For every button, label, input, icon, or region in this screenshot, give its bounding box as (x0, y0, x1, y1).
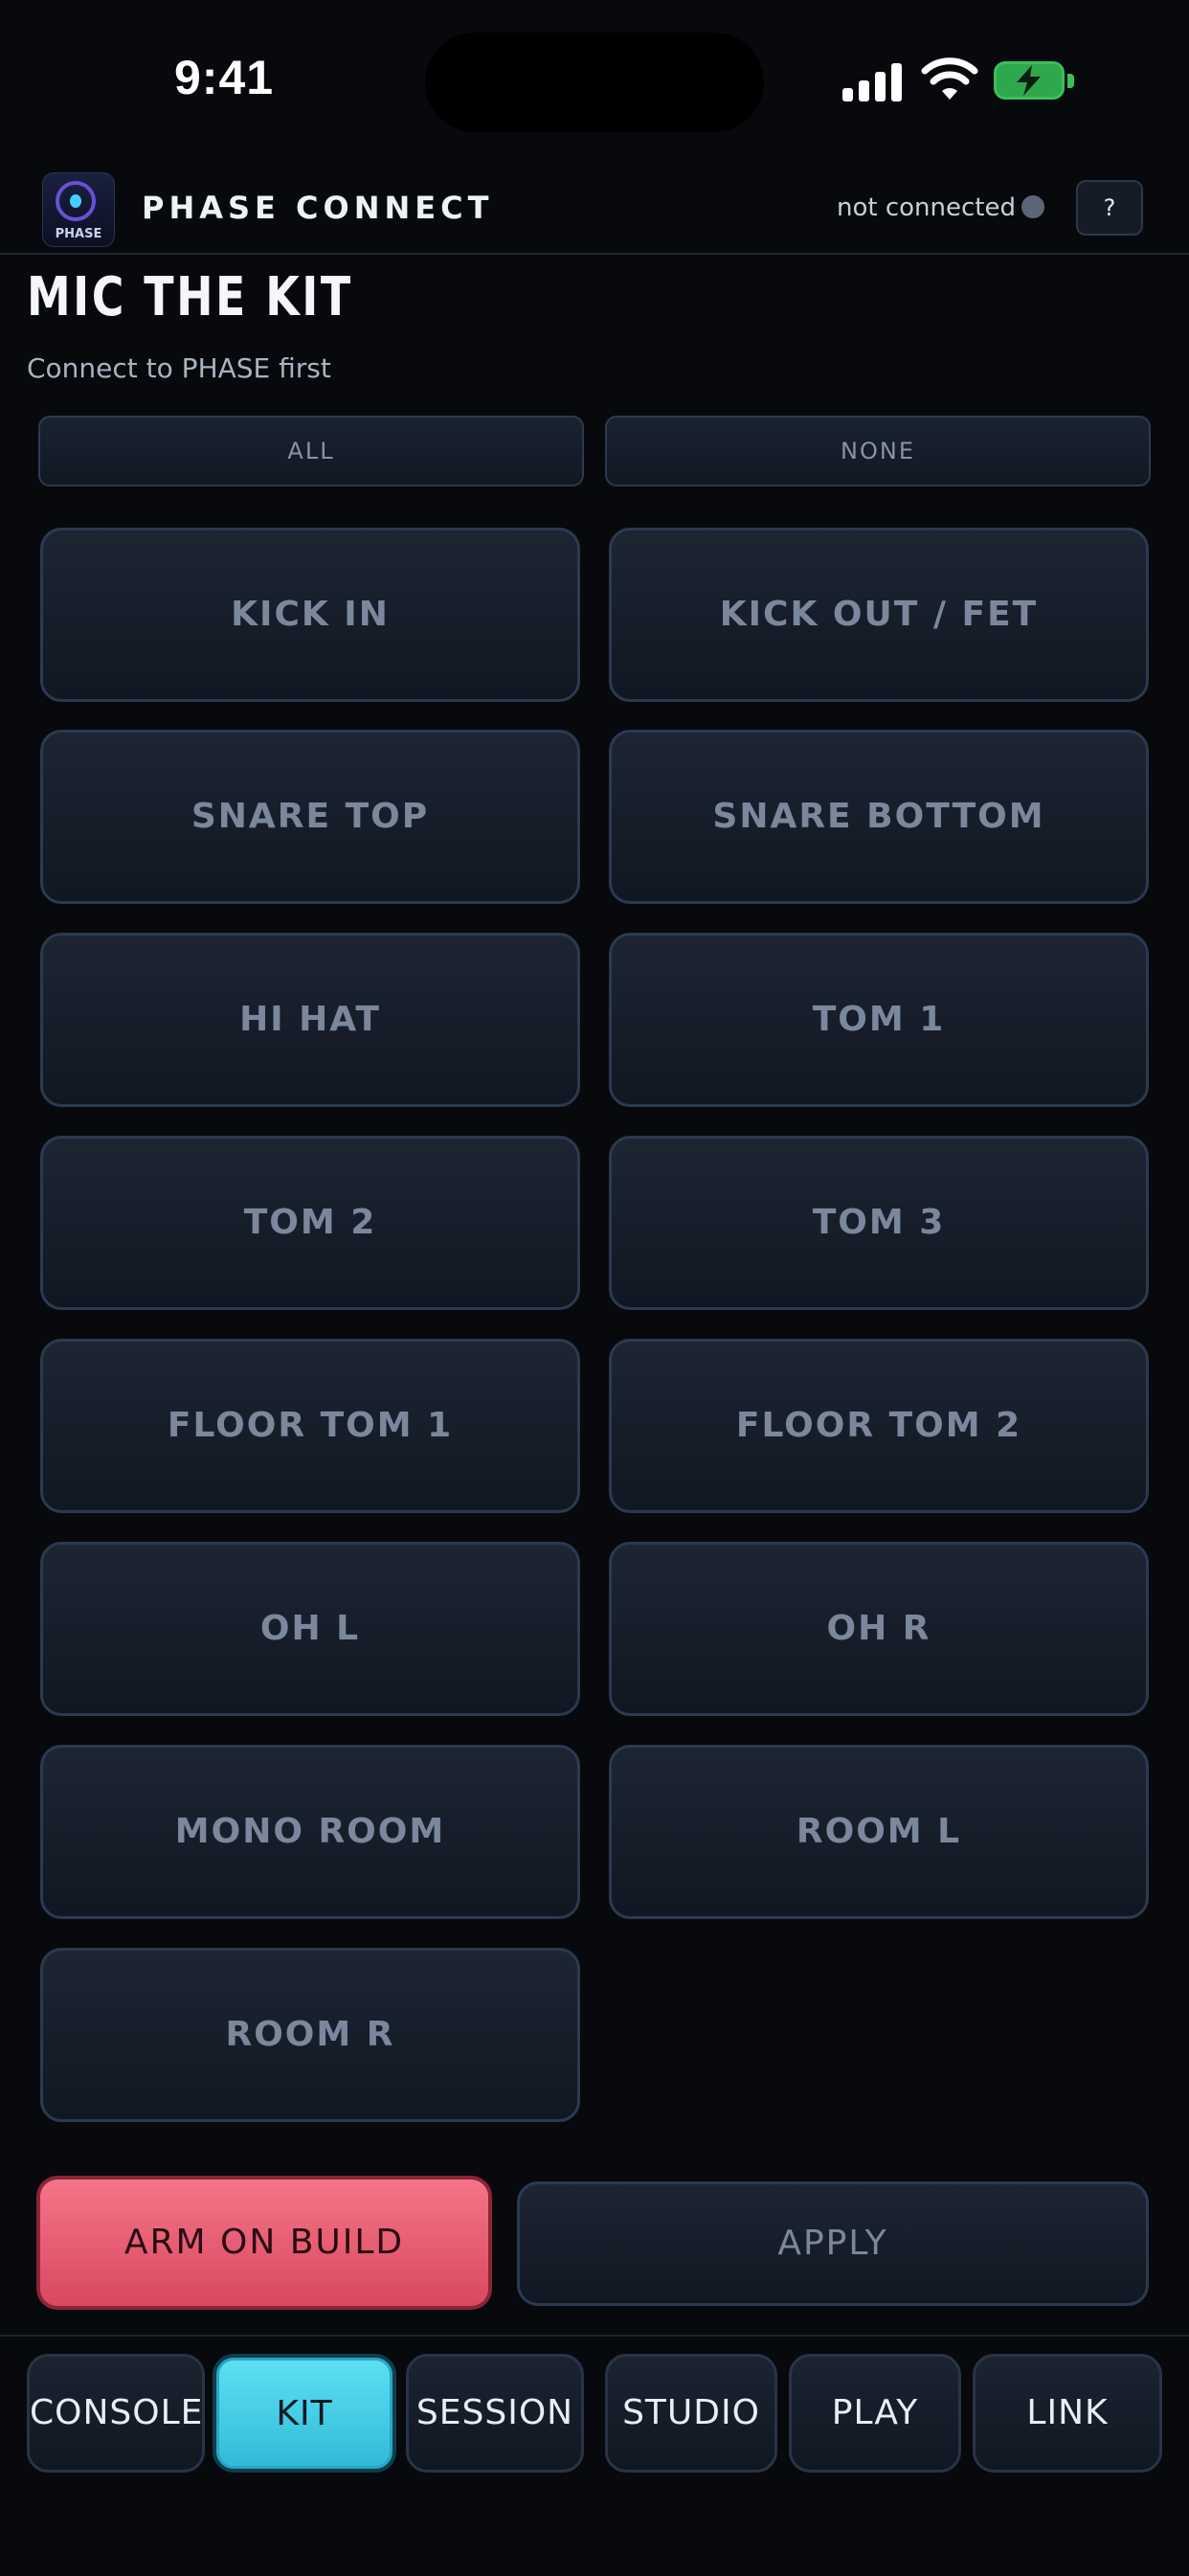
phase-logo: PHASE (42, 172, 115, 247)
connection-indicator-icon (1021, 195, 1044, 218)
page-subtitle: Connect to PHASE first (27, 352, 331, 384)
tab-session[interactable]: SESSION (406, 2354, 584, 2473)
mic-toggle-tom-3[interactable]: TOM 3 (609, 1136, 1149, 1310)
app-title: PHASE CONNECT (142, 190, 494, 226)
tab-console[interactable]: CONSOLE (27, 2354, 205, 2473)
mic-toggle-floor-tom-1[interactable]: FLOOR TOM 1 (40, 1339, 580, 1513)
mic-toggle-snare-bottom[interactable]: SNARE BOTTOM (609, 730, 1149, 904)
connection-status: not connected (837, 193, 1016, 222)
apply-button[interactable]: APPLY (517, 2181, 1149, 2306)
mic-toggle-room-l[interactable]: ROOM L (609, 1745, 1149, 1919)
select-all-button[interactable]: ALL (38, 416, 584, 486)
mic-toggle-tom-2[interactable]: TOM 2 (40, 1136, 580, 1310)
mic-toggle-room-r[interactable]: ROOM R (40, 1948, 580, 2122)
help-button[interactable]: ? (1076, 180, 1143, 236)
tab-link[interactable]: LINK (973, 2354, 1162, 2473)
cellular-signal-icon (842, 61, 902, 102)
mic-toggle-floor-tom-2[interactable]: FLOOR TOM 2 (609, 1339, 1149, 1513)
bottom-tab-bar: CONSOLE KIT SESSION STUDIO PLAY LINK (0, 2335, 1189, 2576)
mic-toggle-oh-r[interactable]: OH R (609, 1542, 1149, 1716)
logo-core-icon (70, 194, 81, 208)
tab-studio[interactable]: STUDIO (605, 2354, 777, 2473)
mic-toggle-hi-hat[interactable]: HI HAT (40, 933, 580, 1107)
page-title: MIC THE KIT (27, 266, 353, 328)
status-time: 9:41 (174, 51, 275, 104)
mic-toggle-snare-top[interactable]: SNARE TOP (40, 730, 580, 904)
dynamic-island (425, 33, 764, 132)
mic-toggle-kick-in[interactable]: KICK IN (40, 528, 580, 702)
status-bar: 9:41 (0, 0, 1189, 163)
battery-charging-icon (994, 61, 1076, 102)
select-none-button[interactable]: NONE (605, 416, 1151, 486)
tab-kit[interactable]: KIT (213, 2354, 396, 2473)
arm-on-build-button[interactable]: ARM ON BUILD (36, 2176, 492, 2310)
mic-toggle-tom-1[interactable]: TOM 1 (609, 933, 1149, 1107)
mic-toggle-kick-out[interactable]: KICK OUT / FET (609, 528, 1149, 702)
tab-play[interactable]: PLAY (789, 2354, 961, 2473)
app-header: PHASE PHASE CONNECT not connected ? (0, 163, 1189, 255)
mic-toggle-mono-room[interactable]: MONO ROOM (40, 1745, 580, 1919)
wifi-icon (921, 57, 978, 103)
mic-toggle-oh-l[interactable]: OH L (40, 1542, 580, 1716)
logo-text: PHASE (55, 227, 102, 241)
